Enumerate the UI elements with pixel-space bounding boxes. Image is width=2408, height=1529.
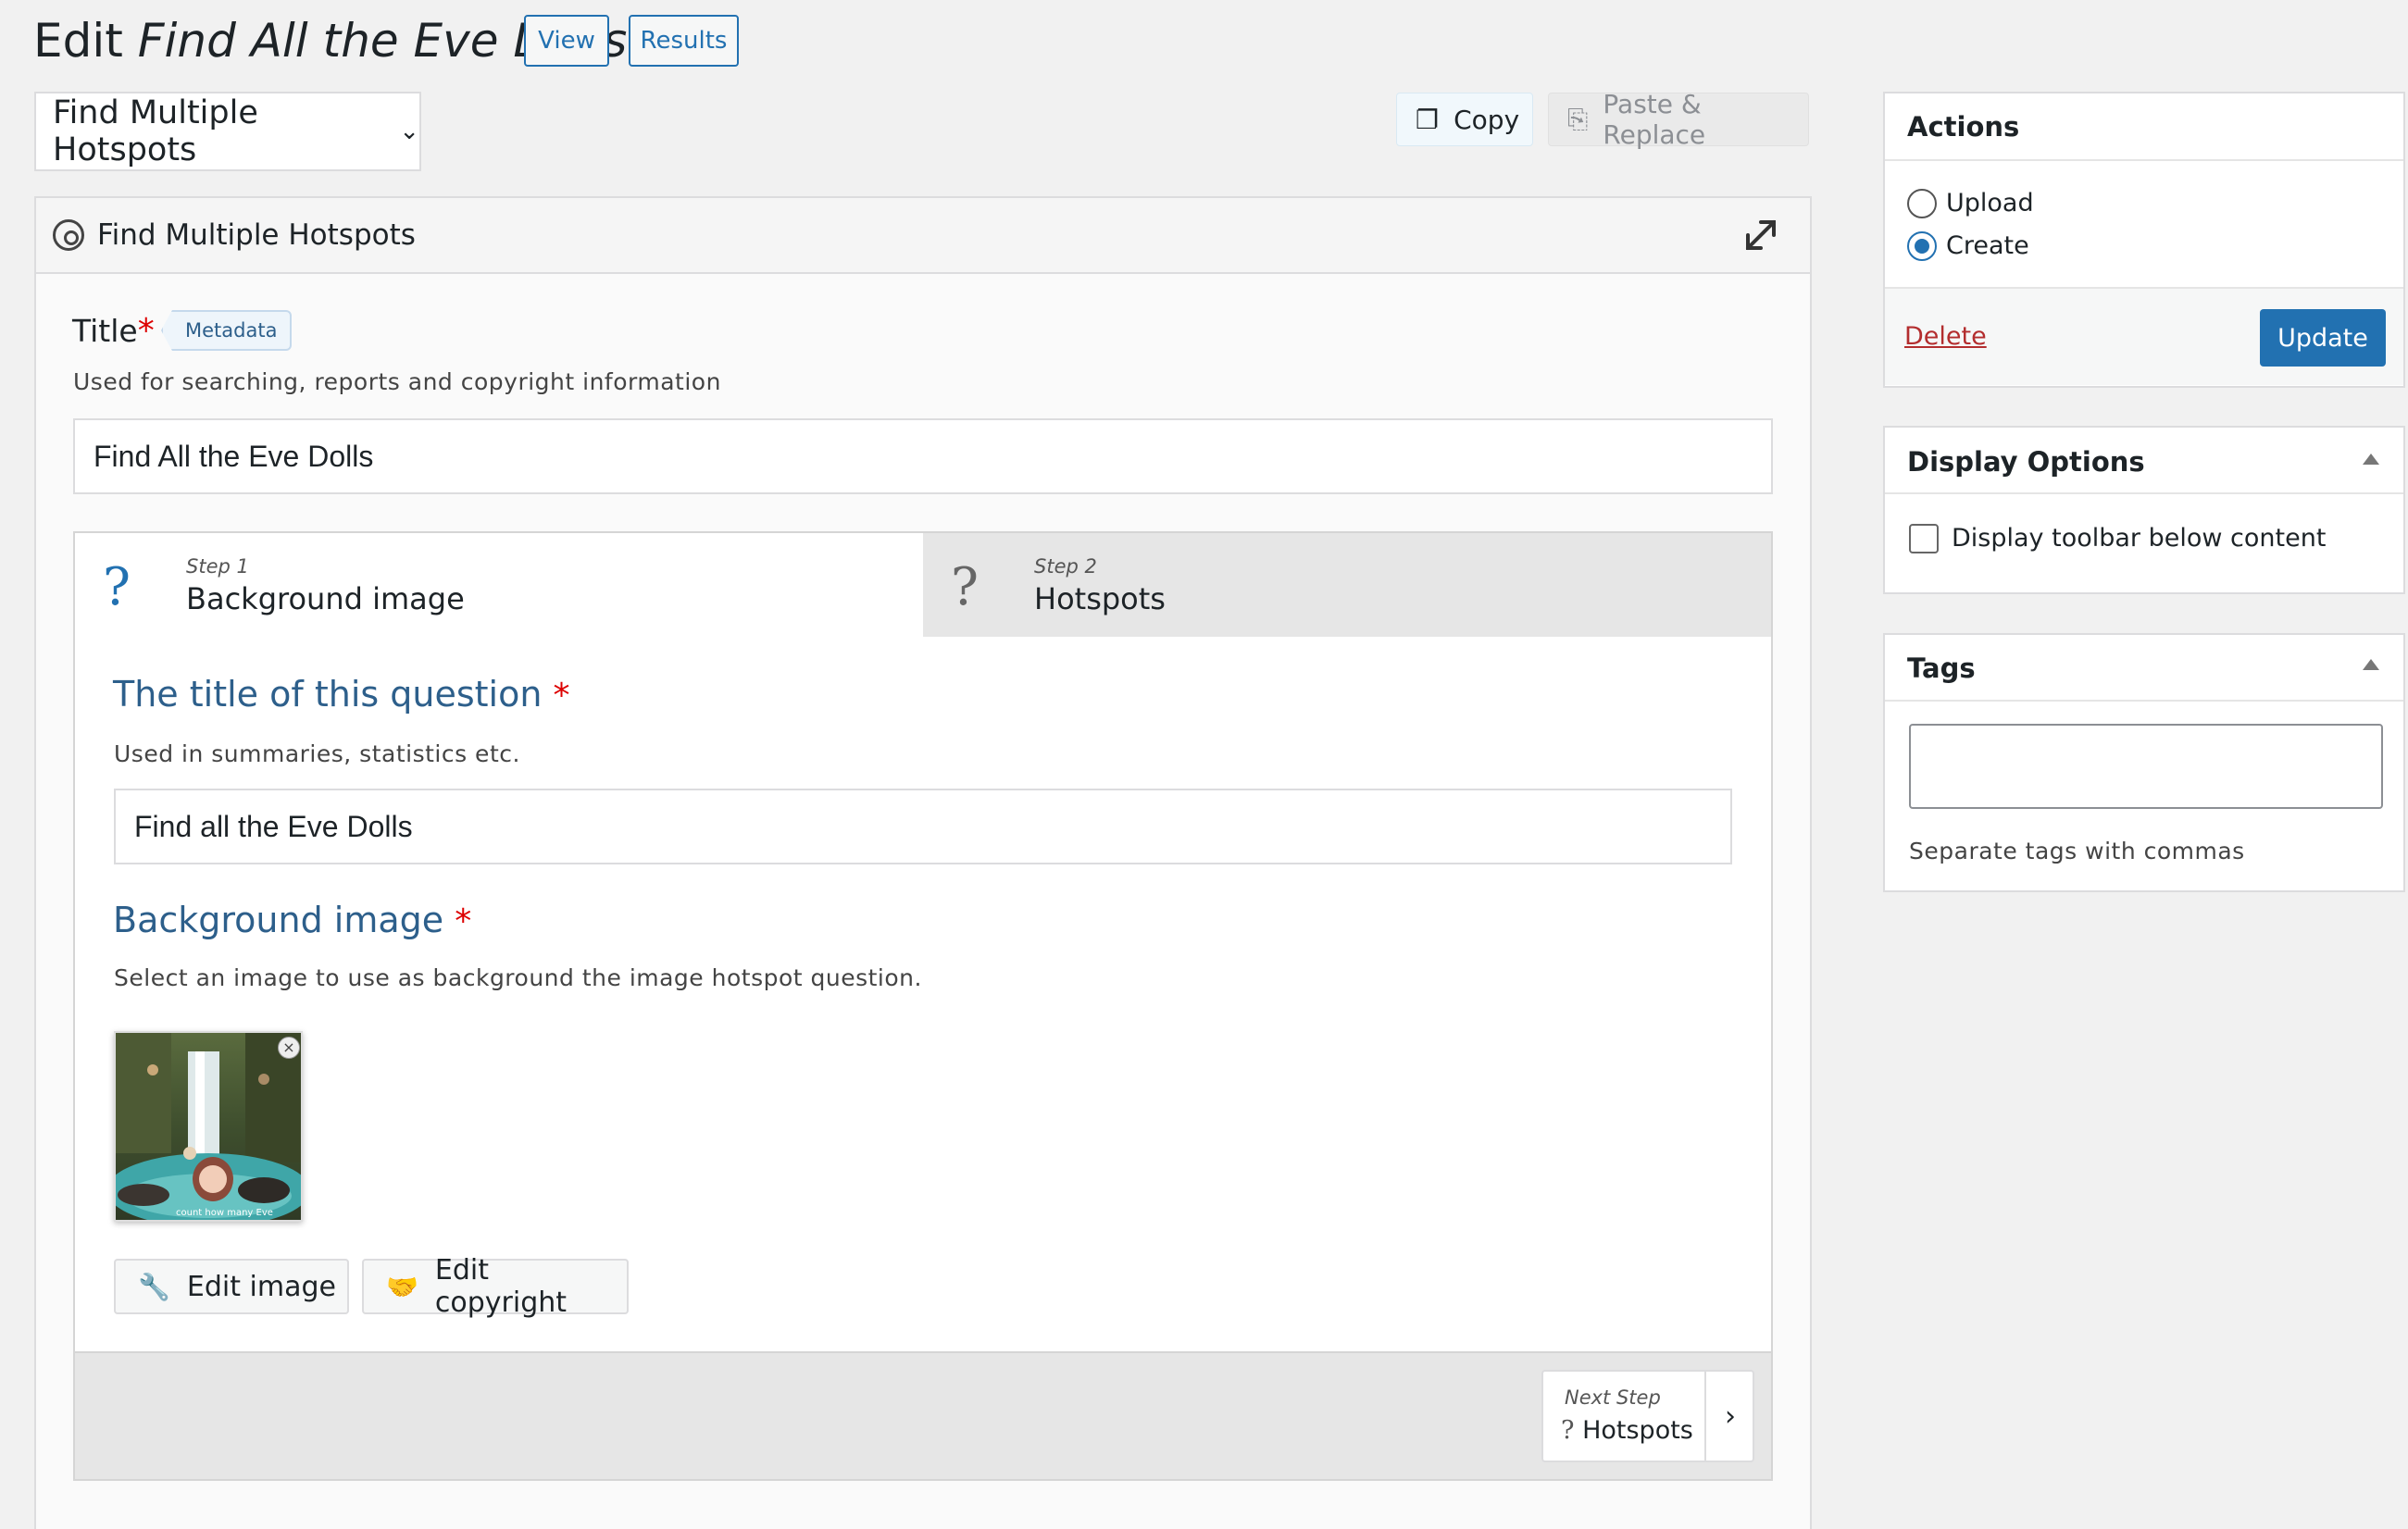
editor-header: Find Multiple Hotspots — [36, 198, 1810, 274]
panel-divider — [1885, 287, 2403, 289]
actions-panel-title: Actions — [1907, 111, 2020, 143]
step-name: Background image — [186, 581, 465, 616]
fullscreen-icon[interactable] — [1740, 215, 1781, 255]
page-title-prefix: Edit — [33, 14, 138, 68]
display-toolbar-checkbox[interactable] — [1909, 524, 1939, 553]
required-marker: * — [455, 902, 472, 940]
background-image-picture — [116, 1033, 301, 1220]
required-marker: * — [137, 312, 155, 350]
background-image-label-text: Background image — [113, 900, 444, 940]
display-toolbar-label: Display toolbar below content — [1952, 524, 2327, 553]
edit-copyright-button-label: Edit copyright — [434, 1254, 568, 1319]
step-number: Step 1 — [186, 555, 249, 578]
update-button[interactable]: Update — [2260, 309, 2386, 367]
chevron-down-icon: ⌄ — [399, 118, 419, 145]
chevron-right-icon[interactable]: › — [1704, 1370, 1754, 1462]
background-image-label: Background image * — [113, 900, 471, 940]
tab-background-image[interactable]: ? Step 1 Background image — [75, 533, 923, 637]
edit-image-button-label: Edit image — [186, 1270, 336, 1303]
copy-icon: ❐ — [1416, 104, 1440, 135]
panel-divider — [1885, 159, 2403, 161]
panel-divider — [1885, 700, 2403, 702]
tags-textarea[interactable] — [1909, 724, 2383, 809]
copy-button[interactable]: ❐ Copy — [1396, 93, 1533, 146]
next-step-small-label: Next Step — [1565, 1386, 1661, 1409]
paste-replace-button-label: Paste & Replace — [1603, 89, 1706, 150]
upload-radio-label: Upload — [1946, 189, 2034, 218]
next-step-name: ? Hotspots — [1561, 1416, 1693, 1445]
tags-hint: Separate tags with commas — [1909, 838, 2245, 864]
editor-header-title: Find Multiple Hotspots — [97, 218, 416, 252]
collapse-triangle-icon[interactable] — [2363, 659, 2379, 670]
thumbnail-caption: count how many Eve — [176, 1208, 273, 1218]
title-description: Used for searching, reports and copyrigh… — [73, 368, 721, 395]
question-title-label-text: The title of this question — [113, 674, 543, 715]
edit-image-button[interactable]: 🔧 Edit image — [114, 1259, 349, 1314]
question-title-label: The title of this question * — [113, 674, 570, 715]
create-radio[interactable] — [1907, 231, 1937, 261]
next-step-name-text: Hotspots — [1582, 1416, 1693, 1445]
step-number: Step 2 — [1034, 555, 1097, 578]
clipboard-icon: ⎘ — [1567, 104, 1589, 134]
hotspot-icon — [53, 219, 84, 251]
title-label: Title* — [72, 312, 155, 350]
background-image-thumbnail[interactable] — [114, 1031, 303, 1222]
create-radio-label: Create — [1946, 231, 2029, 260]
delete-link[interactable]: Delete — [1904, 322, 1987, 351]
paste-replace-button[interactable]: ⎘ Paste & Replace — [1548, 89, 1809, 150]
edit-copyright-button[interactable]: 🤝 Edit copyright — [362, 1254, 629, 1319]
results-button[interactable]: Results — [629, 15, 739, 67]
required-marker: * — [553, 677, 570, 715]
step-name: Hotspots — [1034, 581, 1166, 616]
handshake-icon: 🤝 — [386, 1271, 418, 1302]
view-button[interactable]: View — [524, 15, 609, 67]
wizard-footer — [75, 1351, 1771, 1479]
question-mark-icon: ? — [951, 557, 979, 617]
question-title-description: Used in summaries, statistics etc. — [114, 740, 520, 767]
wrench-icon: 🔧 — [138, 1271, 170, 1302]
display-options-title: Display Options — [1907, 446, 2145, 478]
content-type-select-value: Find Multiple Hotspots — [53, 94, 258, 168]
title-input[interactable]: Find All the Eve Dolls — [73, 418, 1773, 494]
question-mark-icon: ? — [1561, 1416, 1575, 1445]
metadata-button[interactable]: Metadata — [161, 310, 293, 351]
copy-button-label: Copy — [1454, 104, 1520, 135]
remove-image-icon[interactable]: × — [278, 1037, 300, 1059]
upload-radio[interactable] — [1907, 189, 1937, 218]
question-mark-icon: ? — [103, 557, 131, 617]
content-type-select[interactable]: Find Multiple Hotspots ⌄ — [34, 92, 421, 171]
question-title-input[interactable]: Find all the Eve Dolls — [114, 789, 1732, 864]
tags-title: Tags — [1907, 653, 1976, 684]
collapse-triangle-icon[interactable] — [2363, 454, 2379, 465]
tab-hotspots[interactable]: ? Step 2 Hotspots — [923, 533, 1771, 637]
background-image-description: Select an image to use as background the… — [114, 964, 922, 991]
panel-divider — [1885, 492, 2403, 494]
title-label-text: Title — [72, 313, 138, 349]
